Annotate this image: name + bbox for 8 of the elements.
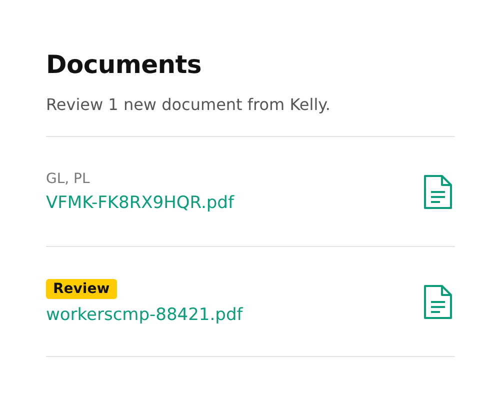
- review-badge: Review: [46, 278, 117, 298]
- file-link[interactable]: VFMK-FK8RX9HQR.pdf: [46, 192, 234, 212]
- document-icon[interactable]: [423, 284, 453, 320]
- subtitle: Review 1 new document from Kelly.: [46, 95, 332, 114]
- policy-tags: GL, PL: [46, 170, 90, 186]
- page-title: Documents: [46, 50, 202, 79]
- file-link[interactable]: workerscmp-88421.pdf: [46, 304, 243, 324]
- document-icon[interactable]: [423, 174, 453, 210]
